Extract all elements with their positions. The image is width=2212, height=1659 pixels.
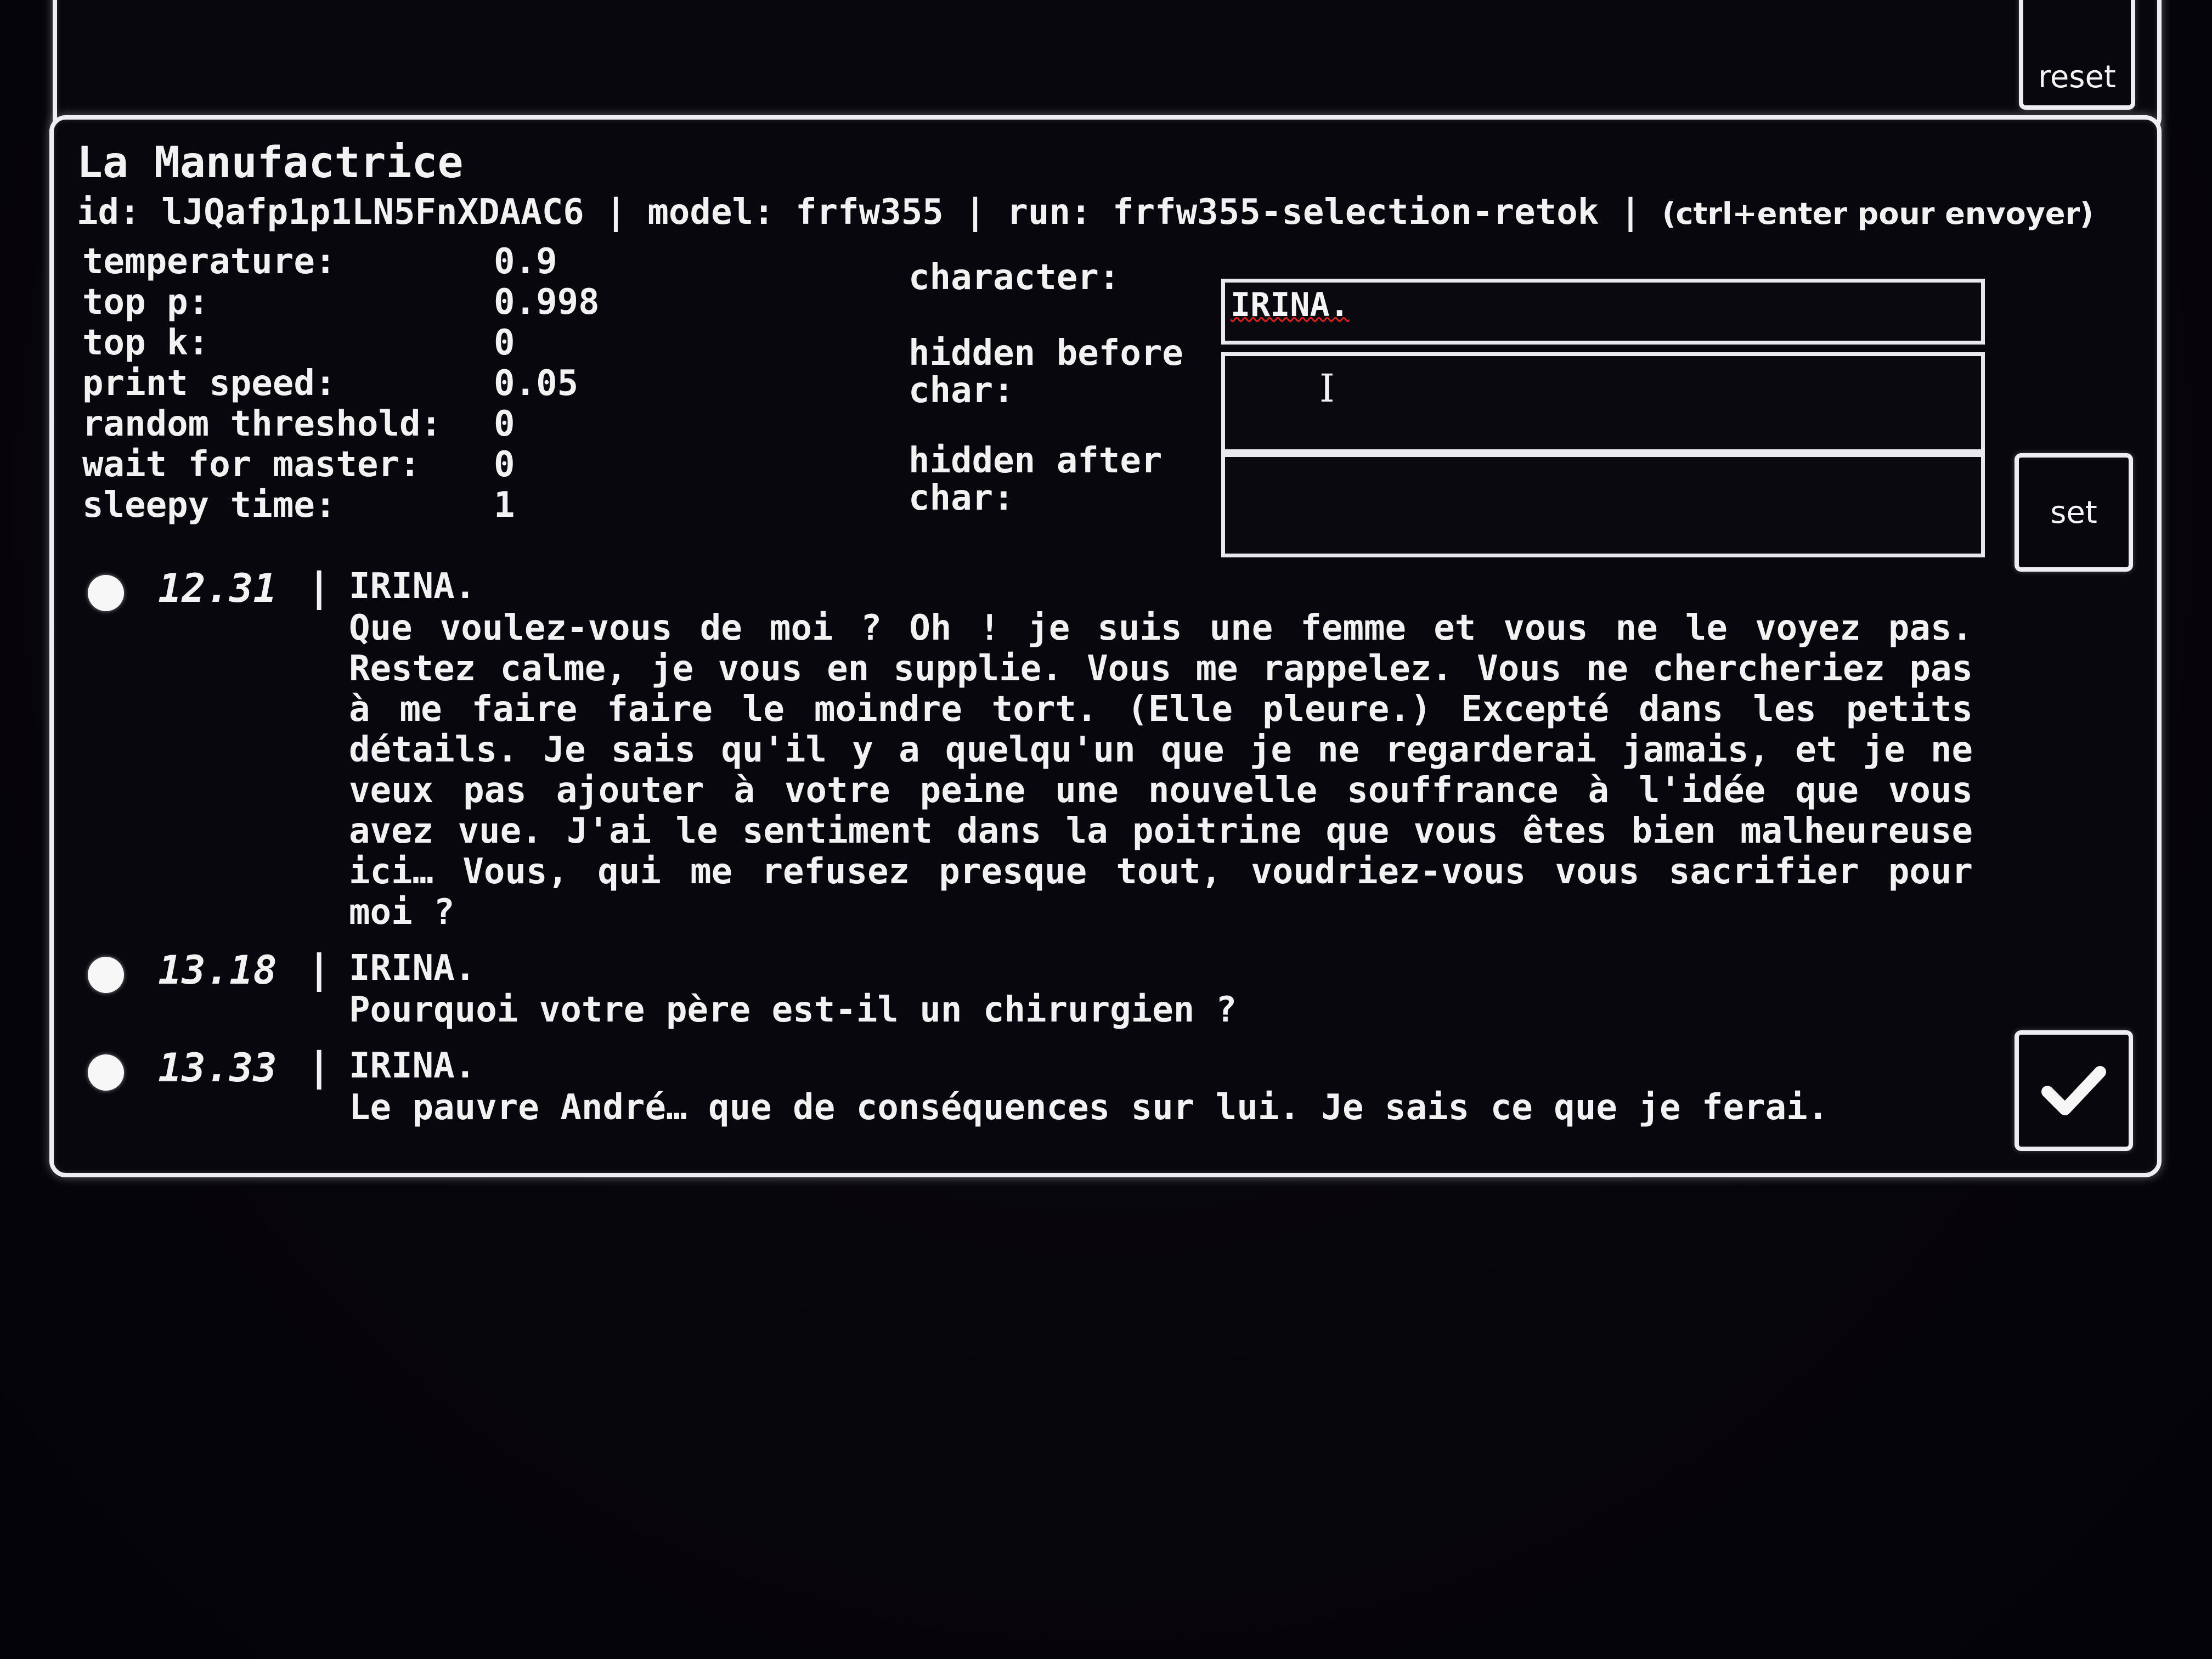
message-body: IRINA. Que voulez-vous de moi ? Oh ! je …	[349, 560, 1986, 933]
message-text: Le pauvre André… que de conséquences sur…	[349, 1087, 1829, 1128]
hidden-before-label: hidden before char:	[909, 333, 1183, 411]
hidden-after-input[interactable]	[1221, 453, 1985, 557]
param-label: top k:	[82, 323, 210, 363]
param-value: 0.05	[494, 363, 579, 404]
character-label: character:	[909, 257, 1120, 298]
top-panel	[53, 0, 2162, 134]
message-item: 13.33 | IRINA. Le pauvre André… que de c…	[88, 1039, 1986, 1128]
param-value: 0	[494, 323, 515, 363]
message-separator: |	[307, 1043, 331, 1090]
message-item: 13.18 | IRINA. Pourquoi votre père est-i…	[88, 941, 1986, 1030]
param-sleepy-time: sleepy time: 1	[82, 485, 600, 526]
param-label: random threshold:	[82, 404, 442, 444]
message-select-dot-icon[interactable]	[88, 1054, 124, 1091]
param-value: 0	[494, 444, 515, 485]
message-text: Pourquoi votre père est-il un chirurgien…	[349, 990, 1237, 1030]
message-speaker: IRINA.	[349, 948, 476, 989]
param-label: print speed:	[82, 363, 336, 404]
message-speaker: IRINA.	[349, 566, 476, 607]
param-label: wait for master:	[82, 444, 421, 485]
message-select-dot-icon[interactable]	[88, 575, 124, 611]
message-time: 12.31	[158, 565, 277, 611]
message-select-dot-icon[interactable]	[88, 957, 124, 993]
send-hint: (ctrl+enter pour envoyer)	[1662, 196, 2094, 231]
param-value: 0.9	[494, 241, 557, 282]
character-value: IRINA.	[1231, 286, 1350, 324]
message-separator: |	[307, 946, 331, 992]
checkmark-icon	[2041, 1066, 2106, 1115]
param-label: top p:	[82, 282, 210, 323]
message-separator: |	[307, 564, 331, 610]
hidden-after-label: hidden after char:	[909, 441, 1163, 518]
param-top-p: top p: 0.998	[82, 282, 600, 323]
message-speaker: IRINA.	[349, 1046, 476, 1086]
param-value: 0	[494, 404, 515, 444]
message-list: 12.31 | IRINA. Que voulez-vous de moi ? …	[88, 560, 1986, 1137]
character-input[interactable]: IRINA.	[1221, 279, 1985, 345]
set-button[interactable]: set	[2015, 453, 2133, 572]
message-time: 13.33	[158, 1045, 277, 1091]
param-temperature: temperature: 0.9	[82, 241, 600, 282]
message-body: IRINA. Pourquoi votre père est-il un chi…	[349, 941, 1986, 1030]
param-print-speed: print speed: 0.05	[82, 363, 600, 404]
param-random-threshold: random threshold: 0	[82, 404, 600, 444]
reset-button[interactable]: reset	[2019, 0, 2135, 110]
session-meta: id: lJQafp1p1LN5FnXDAAC6 | model: frfw35…	[77, 192, 2094, 233]
param-value: 1	[494, 485, 515, 526]
message-time: 13.18	[158, 947, 277, 993]
param-label: sleepy time:	[82, 485, 336, 526]
message-body: IRINA. Le pauvre André… que de conséquen…	[349, 1039, 1986, 1128]
session-meta-text: id: lJQafp1p1LN5FnXDAAC6 | model: frfw35…	[77, 192, 1662, 233]
param-label: temperature:	[82, 241, 336, 282]
message-text: Que voulez-vous de moi ? Oh ! je suis un…	[349, 608, 1973, 933]
param-value: 0.998	[494, 282, 600, 323]
hidden-before-input[interactable]: I	[1221, 352, 1985, 453]
i-beam-cursor-icon: I	[1319, 366, 1335, 411]
panel-title: La Manufactrice	[77, 138, 464, 188]
param-top-k: top k: 0	[82, 323, 600, 363]
param-wait-for-master: wait for master: 0	[82, 444, 600, 485]
message-item: 12.31 | IRINA. Que voulez-vous de moi ? …	[88, 560, 1986, 933]
parameters-list: temperature: 0.9 top p: 0.998 top k: 0 p…	[82, 241, 600, 526]
confirm-button[interactable]	[2015, 1030, 2133, 1151]
